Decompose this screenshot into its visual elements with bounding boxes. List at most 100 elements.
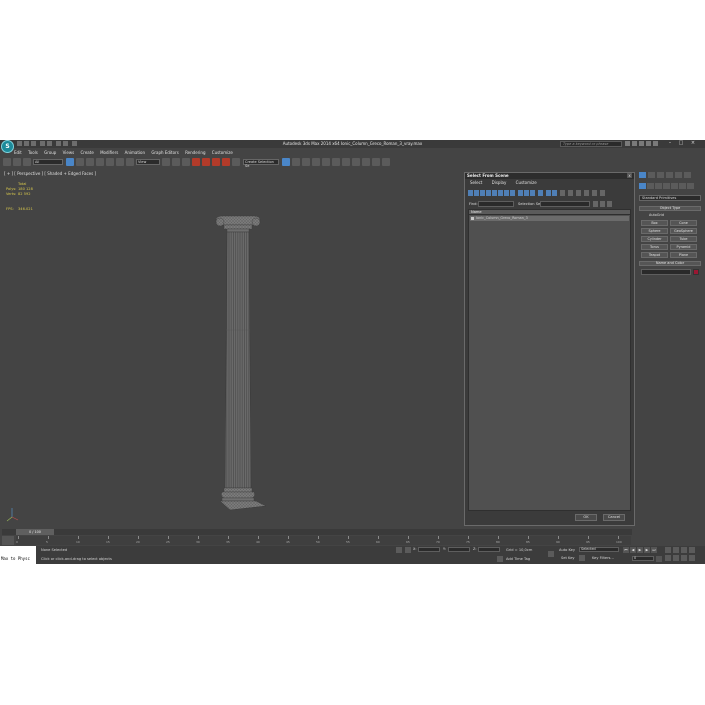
project-folder-icon[interactable] [72, 141, 77, 146]
geosphere-button[interactable]: GeoSphere [670, 228, 697, 234]
sphere-button[interactable]: Sphere [641, 228, 668, 234]
zoom-icon[interactable] [665, 547, 671, 553]
modify-tab-icon[interactable] [648, 172, 655, 178]
motion-tab-icon[interactable] [666, 172, 673, 178]
search-icon[interactable] [625, 141, 630, 146]
menu-modifiers[interactable]: Modifiers [100, 149, 118, 156]
find-input[interactable] [478, 201, 514, 207]
sync-selection-icon[interactable] [568, 190, 573, 196]
ok-button[interactable]: OK [575, 514, 597, 521]
absolute-mode-icon[interactable] [405, 547, 411, 553]
name-column-header[interactable]: Name [469, 210, 630, 215]
dialog-menu-select[interactable]: Select [470, 180, 482, 186]
material-editor-icon[interactable] [342, 158, 350, 166]
utilities-tab-icon[interactable] [684, 172, 691, 178]
plane-button[interactable]: Plane [670, 252, 697, 258]
filter-icon[interactable] [592, 190, 597, 196]
dialog-close-button[interactable]: x [627, 173, 632, 178]
cameras-icon[interactable] [663, 183, 670, 189]
unlink-icon[interactable] [13, 158, 21, 166]
display-none-icon[interactable] [546, 190, 551, 196]
cylinder-button[interactable]: Cylinder [641, 236, 668, 242]
display-shapes-icon[interactable] [474, 190, 479, 196]
maxscript-listener[interactable]: Max to Physc [0, 546, 36, 564]
minimize-button[interactable]: – [667, 141, 673, 146]
go-to-start-icon[interactable]: ⏮ [623, 547, 629, 553]
menu-animation[interactable]: Animation [125, 149, 145, 156]
selection-filter-dropdown[interactable]: All [33, 159, 63, 165]
menu-create[interactable]: Create [81, 149, 94, 156]
pyramid-button[interactable]: Pyramid [670, 244, 697, 250]
zoom-extents-icon[interactable] [681, 547, 687, 553]
go-to-end-icon[interactable]: ⏭ [651, 547, 657, 553]
new-file-icon[interactable] [17, 141, 22, 146]
time-slider[interactable]: 0 / 100 [2, 529, 632, 535]
geometry-icon[interactable] [639, 183, 646, 189]
box-button[interactable]: Box [641, 220, 668, 226]
primitive-category-dropdown[interactable]: Standard Primitives [639, 195, 701, 201]
field-of-view-icon[interactable] [665, 555, 671, 561]
dialog-menu-display[interactable]: Display [492, 180, 507, 186]
key-filters-button[interactable]: Key Filters... [592, 556, 614, 560]
column-model[interactable] [2, 170, 462, 527]
time-configuration-icon[interactable] [656, 556, 662, 562]
graphite-ribbon-icon[interactable] [312, 158, 320, 166]
display-frozen-icon[interactable] [530, 190, 535, 196]
select-manipulate-icon[interactable] [172, 158, 180, 166]
scene-object-list[interactable]: Name Ionic_Column_Greco_Roman_3 [468, 209, 631, 511]
current-frame-field[interactable]: 0 [632, 556, 654, 561]
window-crossing-icon[interactable] [96, 158, 104, 166]
time-tag-icon[interactable] [497, 556, 503, 562]
communication-center-icon[interactable] [639, 141, 644, 146]
layer-manager-icon[interactable] [302, 158, 310, 166]
select-children-icon[interactable] [576, 190, 581, 196]
select-dependents-icon[interactable] [584, 190, 589, 196]
pivot-center-icon[interactable] [162, 158, 170, 166]
mini-curve-editor-icon[interactable] [2, 536, 14, 545]
pan-icon[interactable] [673, 555, 679, 561]
menu-graph-editors[interactable]: Graph Editors [151, 149, 178, 156]
rectangular-selection-icon[interactable] [86, 158, 94, 166]
angle-snap-icon[interactable] [202, 158, 210, 166]
subscription-icon[interactable] [632, 141, 637, 146]
display-bones-icon[interactable] [518, 190, 523, 196]
space-warps-icon[interactable] [679, 183, 686, 189]
menu-edit[interactable]: Edit [14, 149, 22, 156]
display-tab-icon[interactable] [675, 172, 682, 178]
tube-button[interactable]: Tube [670, 236, 697, 242]
mirror-icon[interactable] [282, 158, 290, 166]
lock-selection-icon[interactable] [396, 547, 402, 553]
display-space-warps-icon[interactable] [498, 190, 503, 196]
autogrid-checkbox[interactable]: AutoGrid [649, 213, 664, 217]
torus-button[interactable]: Torus [641, 244, 668, 250]
y-coordinate-field[interactable] [448, 547, 470, 552]
edit-named-selection-icon[interactable] [232, 158, 240, 166]
schematic-view-icon[interactable] [332, 158, 340, 166]
object-color-swatch[interactable] [693, 269, 699, 275]
z-coordinate-field[interactable] [478, 547, 500, 552]
select-move-icon[interactable] [106, 158, 114, 166]
next-frame-icon[interactable]: ▶ [644, 547, 650, 553]
select-object-icon[interactable] [66, 158, 74, 166]
named-selection-dropdown[interactable]: Create Selection Se [243, 159, 279, 168]
helpers-icon[interactable] [671, 183, 678, 189]
list-item[interactable]: Ionic_Column_Greco_Roman_3 [470, 216, 629, 221]
fetch-icon[interactable] [63, 141, 68, 146]
key-selection-dropdown[interactable]: Selected [579, 547, 619, 552]
menu-customize[interactable]: Customize [212, 149, 233, 156]
display-containers-icon[interactable] [524, 190, 529, 196]
hierarchy-tab-icon[interactable] [657, 172, 664, 178]
play-icon[interactable]: ▶ [637, 547, 643, 553]
menu-group[interactable]: Group [44, 149, 56, 156]
display-lights-icon[interactable] [480, 190, 485, 196]
cone-button[interactable]: Cone [670, 220, 697, 226]
render-production-icon[interactable] [372, 158, 380, 166]
select-rotate-icon[interactable] [116, 158, 124, 166]
set-key-button[interactable]: Set Key [561, 556, 575, 560]
select-none-icon[interactable] [600, 201, 605, 207]
render-iterative-icon[interactable] [382, 158, 390, 166]
curve-editor-icon[interactable] [322, 158, 330, 166]
systems-icon[interactable] [687, 183, 694, 189]
menu-rendering[interactable]: Rendering [185, 149, 205, 156]
hold-icon[interactable] [56, 141, 61, 146]
